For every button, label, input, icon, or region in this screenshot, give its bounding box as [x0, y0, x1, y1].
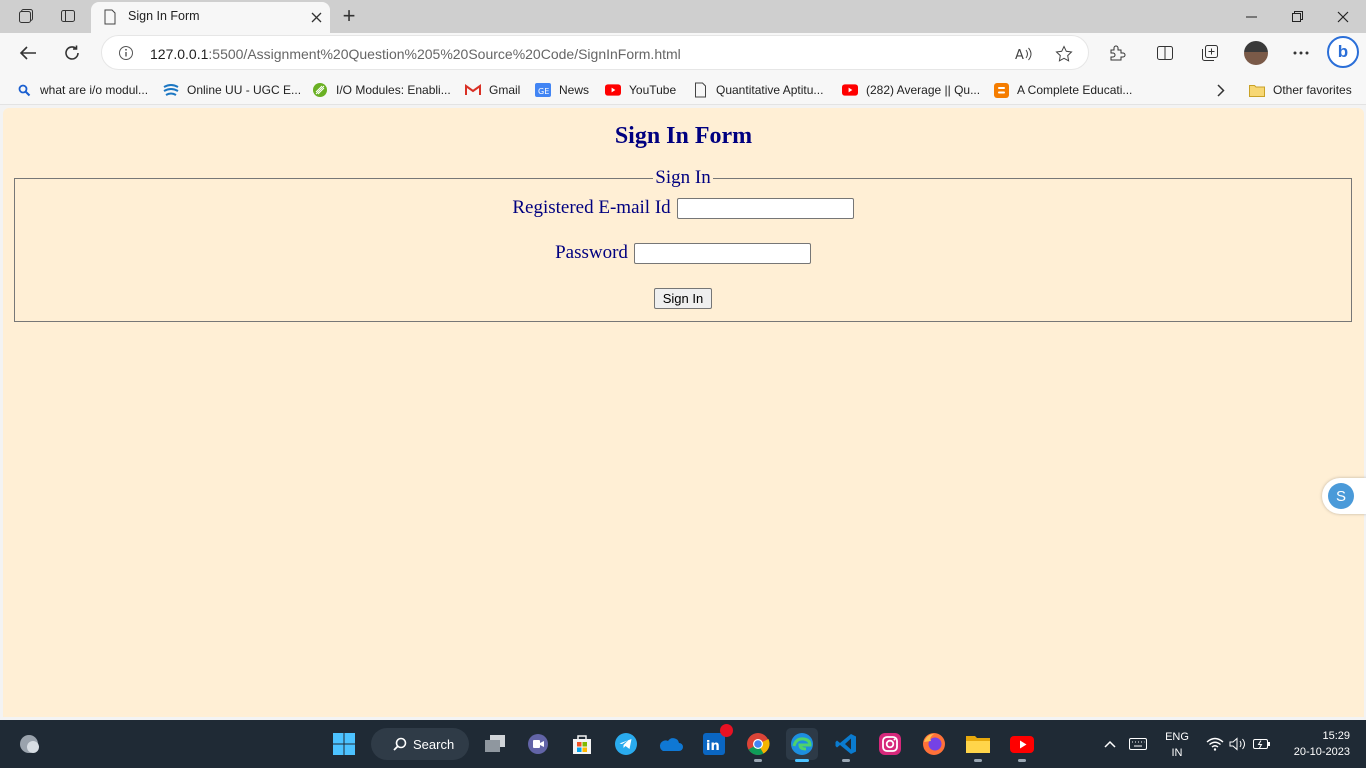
firefox-icon[interactable]: [918, 728, 950, 760]
new-tab-icon[interactable]: +: [336, 4, 362, 28]
edge-icon[interactable]: [786, 728, 818, 762]
refresh-icon[interactable]: [57, 39, 87, 67]
fieldset-legend: Sign In: [15, 167, 1351, 189]
favorite-item[interactable]: what are i/o modul...: [16, 81, 148, 99]
favorite-item[interactable]: YouTube: [605, 81, 676, 99]
favorite-item[interactable]: A Complete Educati...: [993, 81, 1132, 99]
running-indicator: [1018, 759, 1026, 762]
side-widget[interactable]: S: [1322, 478, 1366, 514]
url-text[interactable]: 127.0.0.1:5500/Assignment%20Question%205…: [150, 46, 681, 62]
youtube-icon: [842, 82, 858, 98]
page-viewport: Sign In Form Sign In Registered E-mail I…: [3, 108, 1366, 717]
favorite-item[interactable]: GE News: [535, 81, 589, 99]
search-icon: [393, 737, 407, 751]
bing-copilot-icon[interactable]: b: [1327, 36, 1359, 68]
google-news-icon: GE: [535, 82, 551, 98]
url-path: :5500/Assignment%20Question%205%20Source…: [208, 46, 681, 62]
taskbar: Search in ENG IN 15:29 20-10-2023: [0, 720, 1366, 768]
chevron-right-icon[interactable]: [1212, 81, 1230, 99]
teams-chat-icon[interactable]: [522, 728, 554, 760]
file-explorer-icon[interactable]: [962, 728, 994, 762]
onedrive-icon[interactable]: [654, 728, 686, 760]
password-field[interactable]: [633, 242, 811, 264]
read-aloud-icon[interactable]: A: [1013, 43, 1035, 65]
legend-text: Sign In: [653, 167, 713, 188]
instagram-icon[interactable]: [874, 728, 906, 760]
favorite-star-icon[interactable]: [1053, 43, 1075, 65]
favorite-item[interactable]: I/O Modules: Enabli...: [312, 81, 451, 99]
favorite-item[interactable]: Online UU - UGC E...: [163, 81, 301, 99]
folder-icon: [1249, 82, 1265, 98]
close-window-icon[interactable]: [1320, 0, 1366, 33]
running-indicator: [795, 759, 809, 762]
chrome-icon[interactable]: [742, 728, 774, 762]
email-row: Registered E-mail Id: [15, 197, 1351, 219]
running-indicator: [974, 759, 982, 762]
page-icon: [692, 82, 708, 98]
youtube-icon: [605, 82, 621, 98]
microsoft-store-icon[interactable]: [566, 728, 598, 760]
back-icon[interactable]: [13, 39, 43, 67]
gmail-icon: [465, 82, 481, 98]
password-label: Password: [555, 242, 628, 263]
vscode-icon[interactable]: [830, 728, 862, 762]
favorite-item[interactable]: Gmail: [465, 81, 520, 99]
other-favorites[interactable]: Other favorites: [1249, 81, 1352, 99]
svg-text:A: A: [1015, 48, 1024, 62]
side-widget-icon: S: [1328, 483, 1354, 509]
battery-icon[interactable]: [1246, 728, 1278, 760]
start-windows-icon[interactable]: [328, 728, 360, 760]
taskbar-search[interactable]: Search: [371, 728, 469, 760]
linkedin-icon[interactable]: in: [698, 724, 733, 760]
password-row: Password: [15, 242, 1351, 264]
svg-text:GE: GE: [538, 87, 549, 96]
running-indicator: [842, 759, 850, 762]
more-options-icon[interactable]: [1286, 39, 1316, 67]
url-host: 127.0.0.1: [150, 46, 209, 62]
collections-icon[interactable]: [1195, 39, 1225, 67]
submit-row: Sign In: [15, 288, 1351, 309]
task-view-icon[interactable]: [479, 728, 511, 760]
site-info-icon[interactable]: [118, 45, 134, 66]
blogger-icon: [993, 82, 1009, 98]
extensions-icon[interactable]: [1102, 39, 1132, 67]
youtube-app-icon[interactable]: [1006, 728, 1038, 762]
address-bar[interactable]: 127.0.0.1:5500/Assignment%20Question%205…: [101, 35, 1089, 70]
uu-logo-icon: [163, 82, 179, 98]
page-title: Sign In Form: [614, 123, 753, 149]
search-label: Search: [413, 736, 455, 752]
sign-in-button[interactable]: Sign In: [654, 288, 712, 309]
close-tab-icon[interactable]: [308, 9, 324, 25]
profile-avatar[interactable]: [1244, 41, 1268, 65]
email-label: Registered E-mail Id: [512, 197, 671, 218]
leaf-icon: [312, 82, 328, 98]
touch-keyboard-icon[interactable]: [1122, 728, 1154, 760]
favorite-item[interactable]: (282) Average || Qu...: [842, 81, 980, 99]
svg-text:in: in: [706, 739, 720, 754]
tab-title: Sign In Form: [128, 9, 200, 23]
favorites-bar: what are i/o modul... Online UU - UGC E.…: [0, 73, 1366, 105]
search-icon: [16, 82, 32, 98]
time-text: 15:29: [1322, 730, 1350, 742]
language-indicator[interactable]: ENG IN: [1160, 729, 1194, 761]
tab-strip: Sign In Form +: [0, 0, 1366, 33]
telegram-icon[interactable]: [610, 728, 642, 760]
minimize-icon[interactable]: [1228, 0, 1274, 33]
split-screen-icon[interactable]: [1150, 39, 1180, 67]
notification-badge: [720, 724, 733, 737]
weather-icon[interactable]: [13, 728, 45, 760]
sign-in-fieldset: Sign In Registered E-mail Id Password Si…: [14, 167, 1352, 322]
running-indicator: [754, 759, 762, 762]
workspaces-icon[interactable]: [12, 4, 40, 28]
page-icon: [103, 9, 117, 30]
date-text: 20-10-2023: [1293, 746, 1350, 758]
vertical-tabs-icon[interactable]: [54, 4, 82, 28]
restore-icon[interactable]: [1274, 0, 1320, 33]
browser-toolbar: 127.0.0.1:5500/Assignment%20Question%205…: [0, 33, 1366, 73]
tab-sign-in-form[interactable]: Sign In Form: [91, 2, 330, 33]
favorite-item[interactable]: Quantitative Aptitu...: [692, 81, 823, 99]
email-field[interactable]: [676, 197, 854, 219]
clock[interactable]: 15:29 20-10-2023: [1282, 728, 1350, 760]
